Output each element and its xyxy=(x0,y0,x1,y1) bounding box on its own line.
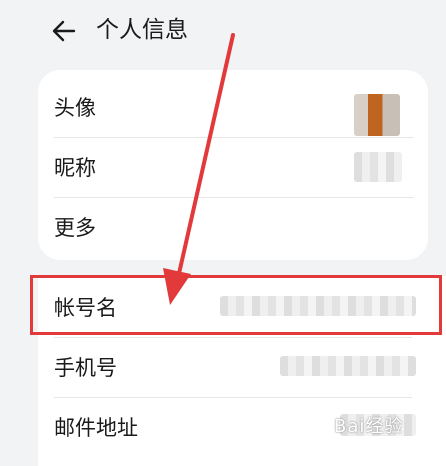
more-row[interactable]: 更多 xyxy=(38,198,428,258)
avatar-row[interactable]: 头像 xyxy=(38,78,428,138)
avatar-label: 头像 xyxy=(54,96,96,120)
back-button[interactable] xyxy=(50,16,80,46)
profile-card: 头像 昵称 更多 xyxy=(38,70,428,260)
page-title: 个人信息 xyxy=(96,17,188,43)
highlight-box xyxy=(30,275,442,335)
phone-value-blurred xyxy=(280,356,416,376)
arrow-left-icon xyxy=(52,20,76,42)
nickname-value-blurred xyxy=(354,152,402,182)
nickname-row[interactable]: 昵称 xyxy=(38,138,428,198)
nickname-label: 昵称 xyxy=(54,156,96,180)
avatar xyxy=(354,94,400,136)
phone-label: 手机号 xyxy=(54,356,117,380)
more-label: 更多 xyxy=(54,216,96,240)
header-bar: 个人信息 xyxy=(0,0,446,62)
phone-row[interactable]: 手机号 xyxy=(38,338,446,398)
email-label: 邮件地址 xyxy=(54,416,138,440)
watermark: Bai经验 xyxy=(334,416,404,437)
